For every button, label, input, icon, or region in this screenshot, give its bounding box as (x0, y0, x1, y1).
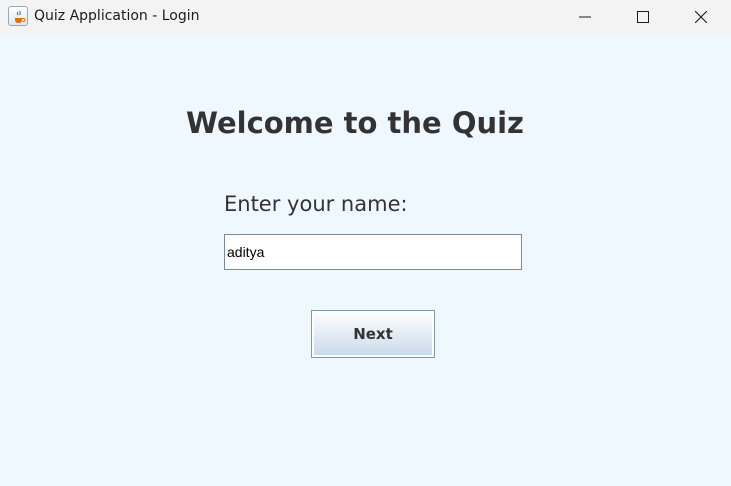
close-icon (695, 11, 707, 23)
maximize-icon (637, 11, 649, 23)
maximize-button[interactable] (614, 0, 672, 34)
java-cup-icon (8, 6, 28, 26)
minimize-button[interactable] (556, 0, 614, 34)
name-input[interactable] (224, 234, 522, 270)
next-button[interactable]: Next (311, 310, 435, 358)
welcome-heading: Welcome to the Quiz (186, 106, 524, 140)
login-panel: Welcome to the Quiz Enter your name: Nex… (0, 34, 731, 486)
close-button[interactable] (672, 0, 730, 34)
window-title: Quiz Application - Login (34, 8, 200, 24)
name-label: Enter your name: (224, 192, 408, 216)
title-bar[interactable]: Quiz Application - Login (0, 0, 731, 34)
minimize-icon (579, 16, 591, 18)
